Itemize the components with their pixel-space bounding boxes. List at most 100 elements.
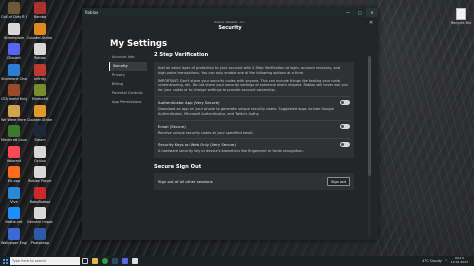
minimize-button[interactable]: — bbox=[342, 8, 354, 17]
taskbar-app-explorer[interactable] bbox=[90, 256, 100, 266]
authenticator-label: Authenticator App (Very Secure) bbox=[158, 99, 220, 105]
app-shortcut-icon bbox=[34, 63, 46, 76]
app-shortcut-icon bbox=[34, 207, 46, 219]
taskbar-app-roblox[interactable] bbox=[130, 256, 140, 266]
weather-widget[interactable]: 4°C Cloudy bbox=[422, 259, 442, 263]
start-button[interactable] bbox=[0, 256, 10, 266]
two-step-warning-text: IMPORTANT: Don't share your security cod… bbox=[158, 78, 348, 93]
signout-panel: Sign out of all other sessions Sign out bbox=[154, 173, 354, 191]
folder-icon bbox=[92, 258, 98, 264]
authenticator-description: Download an app on your phone to generat… bbox=[158, 106, 334, 116]
windows-logo-icon bbox=[2, 258, 8, 264]
desktop-icon-label: Photoshop bbox=[30, 240, 50, 245]
divider bbox=[158, 95, 350, 97]
divider bbox=[158, 119, 350, 121]
app-shortcut-icon bbox=[8, 125, 20, 137]
desktop-icon-label: Minecraft bbox=[31, 97, 49, 101]
app-shortcut-icon bbox=[34, 43, 46, 55]
divider bbox=[158, 138, 350, 140]
security-keys-row: Security Keys on Web Only (Very Secure) bbox=[158, 142, 350, 148]
tray-overflow-icon[interactable]: ^ bbox=[445, 259, 448, 263]
desktop-icon-label: GTA world Knight of the... bbox=[1, 97, 27, 101]
clock-date: 12.01.2023 bbox=[450, 260, 468, 264]
app-shortcut-icon bbox=[8, 207, 20, 219]
app-shortcut-icon bbox=[34, 186, 46, 199]
desktop-icon-label: Discord bbox=[7, 56, 21, 60]
app-shortcut-icon bbox=[8, 104, 20, 117]
desktop-icon-label: We Were Here Around / Big bbox=[1, 117, 27, 122]
taskbar-search-input[interactable]: Type here to search bbox=[10, 257, 80, 265]
taskbar-app-discord[interactable] bbox=[120, 256, 130, 266]
desktop-icon-label: Battle.net bbox=[5, 220, 23, 224]
secure-signout-heading: Secure Sign Out bbox=[154, 164, 202, 171]
system-tray: 4°C Cloudy ^ 09:14 12.01.2023 bbox=[422, 256, 468, 266]
taskbar-task-view[interactable] bbox=[80, 256, 90, 266]
app-shortcut-icon bbox=[8, 63, 20, 76]
chrome-icon bbox=[102, 258, 108, 264]
desktop-icon-label: RoboRoblox bbox=[29, 199, 51, 204]
window-titlebar[interactable]: Roblox — □ ✕ bbox=[82, 8, 378, 17]
app-shortcut-icon bbox=[34, 22, 46, 35]
sidebar-item-security[interactable]: Security bbox=[109, 62, 147, 71]
taskbar-clock[interactable]: 09:14 12.01.2023 bbox=[451, 257, 468, 264]
window-title: Roblox bbox=[85, 10, 99, 15]
app-shortcut-icon bbox=[8, 227, 20, 240]
desktop-icon-label: Genshin Impact bbox=[27, 220, 53, 224]
security-keys-toggle[interactable] bbox=[340, 142, 350, 148]
content-scrollbar[interactable] bbox=[368, 56, 371, 236]
wallpaper-tree-branches bbox=[374, 0, 474, 256]
email-toggle[interactable] bbox=[340, 123, 350, 129]
app-shortcut-icon bbox=[8, 186, 20, 199]
taskbar-app-chrome[interactable] bbox=[100, 256, 110, 266]
desktop-icon-label: Vive bbox=[10, 199, 18, 204]
desktop-icon-label: Shorelane Character... bbox=[1, 76, 27, 81]
taskbar-app-steam[interactable] bbox=[110, 256, 120, 266]
settings-modal-header: Roblox Website - Inc. Security bbox=[82, 17, 378, 34]
sidebar-item-privacy[interactable]: Privacy bbox=[109, 71, 147, 80]
two-step-panel: Add an extra layer of protection to your… bbox=[154, 62, 354, 159]
desktop-icon-label: EA app bbox=[7, 179, 21, 183]
sidebar-item-parental-controls[interactable]: Parental Controls bbox=[109, 89, 147, 98]
sidebar-item-app-permissions[interactable]: App Permissions bbox=[109, 98, 147, 107]
app-shortcut-icon bbox=[8, 166, 20, 178]
sidebar-item-account-info[interactable]: Account Info bbox=[109, 53, 147, 62]
search-placeholder: Type here to search bbox=[12, 259, 47, 263]
desktop-icon-label: Counter-Strike Source Dedicated... bbox=[27, 117, 53, 122]
modal-close-icon[interactable]: ✕ bbox=[369, 20, 373, 26]
security-content: 2 Step Verification Add an extra layer o… bbox=[154, 52, 354, 191]
modal-breadcrumb: Roblox Website - Inc. bbox=[214, 20, 246, 24]
authenticator-row: Authenticator App (Very Secure) bbox=[158, 99, 350, 105]
app-shortcut-icon bbox=[34, 166, 46, 178]
desktop-icon-label: Valorant bbox=[6, 158, 22, 163]
desktop-icon[interactable]: Wallpaper Engine bbox=[1, 227, 27, 256]
security-keys-label: Security Keys on Web Only (Very Secure) bbox=[158, 142, 236, 148]
desktop-icon-recycle-bin[interactable]: Recycle Bin bbox=[450, 8, 472, 30]
desktop-icon-label: Counter-Strike Global Offensive bbox=[27, 35, 53, 40]
signout-button[interactable]: Sign out bbox=[327, 177, 350, 187]
desktop-icon[interactable]: Photoshop bbox=[28, 227, 52, 256]
desktop-icon-grid: Call of Duty® Modern Warfare Rambo Streets… bbox=[1, 2, 56, 252]
desktop-icon-label: Rambo bbox=[33, 15, 47, 19]
app-shortcut-icon bbox=[34, 227, 46, 240]
windows-taskbar: Type here to search 4°C Cloudy ^ 09:14 1… bbox=[0, 256, 474, 266]
app-shortcut-icon bbox=[8, 145, 20, 158]
desktop-icon-label: Oculus bbox=[34, 158, 46, 163]
desktop-icon-label: Roblox Player bbox=[28, 179, 52, 183]
desktop-icon-label: Wallpaper Engine bbox=[1, 240, 27, 245]
app-shortcut-icon bbox=[34, 145, 46, 158]
app-shortcut-icon bbox=[8, 2, 20, 14]
app-shortcut-icon bbox=[8, 84, 20, 96]
desktop-icon-label: Call of Duty® Modern Warfare bbox=[1, 15, 27, 19]
modal-title: Security bbox=[218, 25, 242, 31]
email-row: Email (Secure) bbox=[158, 123, 350, 129]
task-view-icon bbox=[82, 258, 88, 264]
desktop-icon-label: Minecraft Launcher bbox=[1, 138, 27, 142]
desktop-icon-label: Steam bbox=[34, 138, 46, 142]
sidebar-item-billing[interactable]: Billing bbox=[109, 80, 147, 89]
scrollbar-thumb[interactable] bbox=[368, 56, 371, 176]
maximize-button[interactable]: □ bbox=[354, 8, 366, 17]
window-close-button[interactable]: ✕ bbox=[366, 8, 378, 17]
authenticator-toggle[interactable] bbox=[340, 99, 350, 105]
recycle-bin-icon bbox=[456, 8, 466, 20]
discord-icon bbox=[122, 258, 128, 264]
